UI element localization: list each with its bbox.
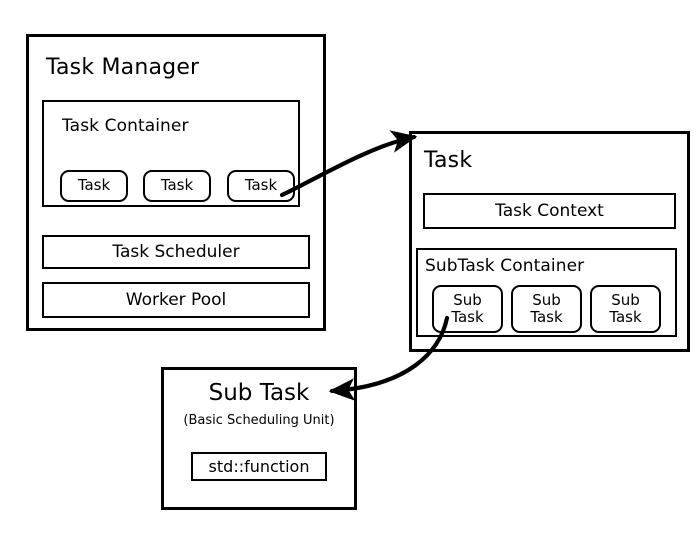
subtask-chip-1[interactable]: Sub Task — [432, 285, 503, 333]
task-scheduler-box[interactable]: Task Scheduler — [42, 235, 310, 269]
task-context-box[interactable]: Task Context — [423, 193, 676, 229]
subtask-chip-3[interactable]: Sub Task — [590, 285, 661, 333]
subtask-chip-3-line2: Task — [609, 308, 642, 326]
subtask-chip-1-line2: Task — [451, 308, 484, 326]
sub-task-title: Sub Task — [208, 380, 310, 406]
task-title: Task — [424, 148, 473, 173]
subtask-chip-2-line1: Sub — [532, 290, 561, 309]
task-container-title: Task Container — [62, 116, 189, 136]
std-function-box[interactable]: std::function — [191, 452, 327, 481]
subtask-chip-1-line1: Sub — [453, 290, 482, 309]
task-chip-1[interactable]: Task — [60, 170, 128, 202]
worker-pool-box[interactable]: Worker Pool — [42, 282, 310, 318]
sub-task-subtitle: (Basic Scheduling Unit) — [183, 412, 335, 428]
diagram-canvas: Task Manager Task Container Task Task Ta… — [0, 0, 698, 544]
subtask-chip-2-line2: Task — [530, 308, 563, 326]
subtask-container-title: SubTask Container — [425, 256, 585, 276]
subtask-chip-2[interactable]: Sub Task — [511, 285, 582, 333]
subtask-chip-3-line1: Sub — [611, 290, 640, 309]
task-chip-2[interactable]: Task — [143, 170, 211, 202]
task-manager-title: Task Manager — [46, 55, 200, 80]
task-chip-3[interactable]: Task — [227, 170, 295, 202]
